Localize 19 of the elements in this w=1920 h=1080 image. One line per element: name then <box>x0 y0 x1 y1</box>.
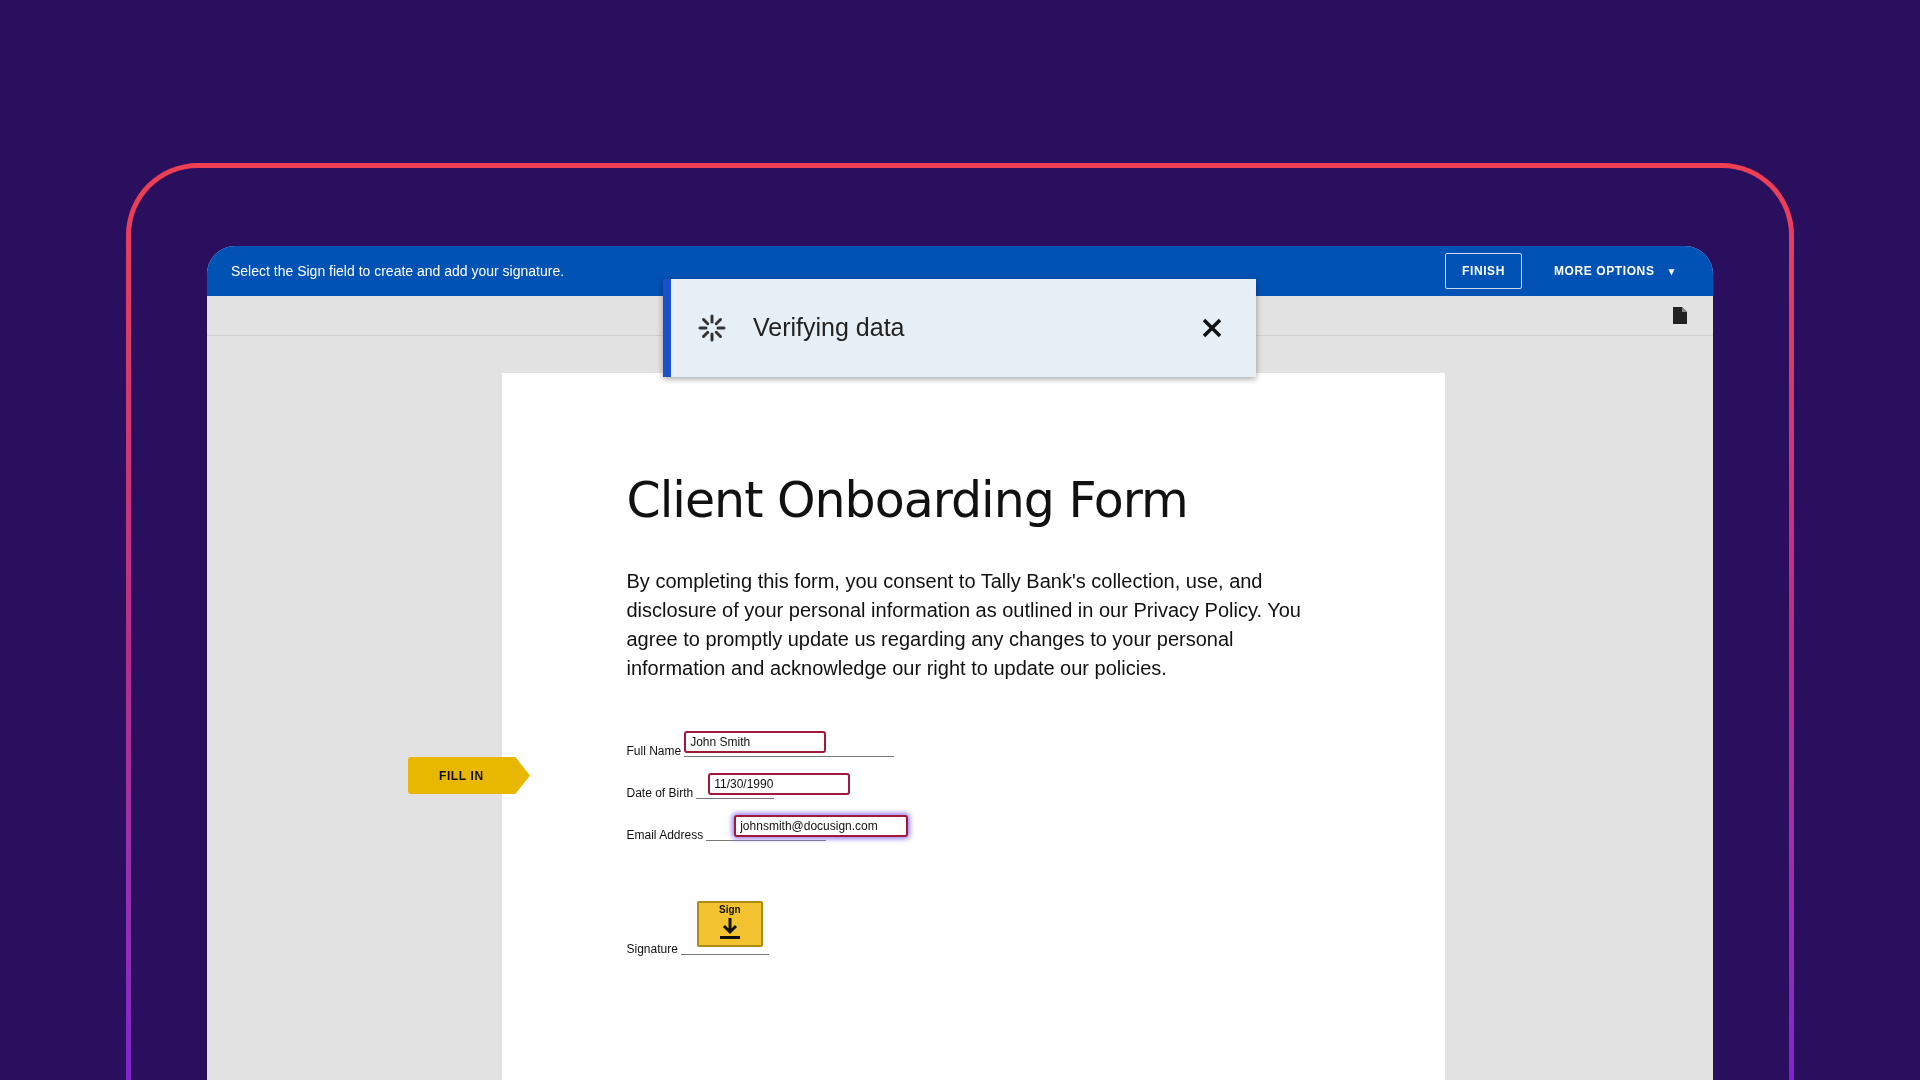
close-icon[interactable] <box>1202 318 1222 338</box>
document-icon[interactable] <box>1673 307 1687 324</box>
text-field[interactable]: John Smith <box>684 731 827 753</box>
field-label: Email Address <box>626 829 704 841</box>
sign-button[interactable]: Sign <box>696 901 763 947</box>
toast-message: Verifying data <box>753 312 905 344</box>
field-label: Signature <box>626 943 678 955</box>
text-field[interactable]: 11/30/1990 <box>708 773 851 795</box>
field-label: Date of Birth <box>626 787 694 799</box>
text-field[interactable]: johnsmith@docusign.com <box>734 815 909 837</box>
more-options-button[interactable]: MORE OPTIONS ▼ <box>1553 262 1677 280</box>
field-label: Full Name <box>626 745 682 757</box>
download-arrow-icon <box>718 916 741 940</box>
fill-in-tag[interactable]: FILL IN <box>408 757 530 794</box>
loading-spinner-icon <box>697 313 727 343</box>
form-title: Client Onboarding Form <box>626 471 1189 531</box>
instruction-text: Select the Sign field to create and add your signature. <box>231 261 565 281</box>
finish-button[interactable]: FINISH <box>1445 253 1522 289</box>
consent-paragraph: By completing this form, you consent to Tally Bank's collection, use, and disclosure of your personal information as outlined in our Privacy Policy. You agree to promptly update us regarding any changes to your personal information and acknowledge our right to update our policies. <box>626 569 1302 681</box>
